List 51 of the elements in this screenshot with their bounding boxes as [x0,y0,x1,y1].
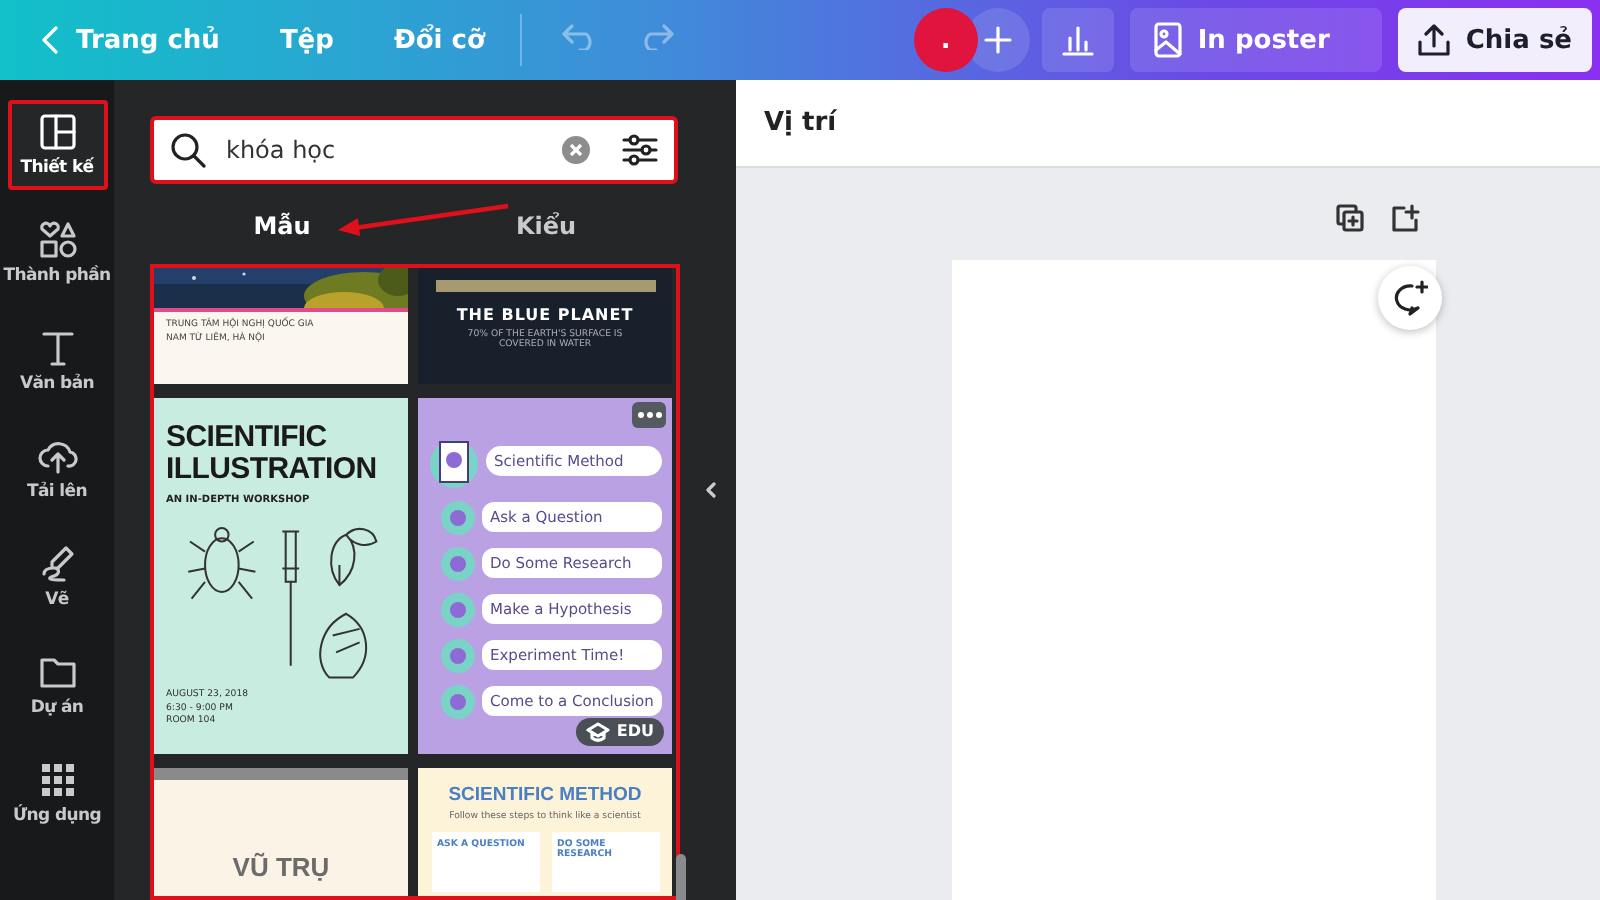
text-icon [37,328,77,368]
search-icon [170,131,206,168]
more-icon [637,411,661,418]
graduation-cap-icon [586,721,611,742]
upload-icon [1417,24,1450,56]
cloud-upload-icon [37,436,77,476]
add-page-icon [1391,204,1419,232]
template-title: THE BLUE PLANET [456,305,634,324]
edu-badge: EDU [576,717,664,746]
tab[interactable]: Mẫu [150,199,414,252]
sidebar-item[interactable]: Dự án [7,640,107,730]
layout-icon [37,112,77,152]
template-title: SCIENTIFIC METHOD [448,783,642,806]
step-icon [440,545,476,582]
step-icon [440,637,476,674]
folder-icon [37,652,77,692]
duplicate-page-icon [1335,204,1363,232]
sidebar-item[interactable]: Ứng dụng [7,748,107,838]
position-label[interactable]: Vị trí [760,108,837,138]
insights-button[interactable] [1041,8,1114,72]
sidebar-item[interactable]: Văn bản [7,316,107,406]
step-icon [440,683,476,720]
more-button[interactable] [632,401,666,428]
shapes-icon [37,220,77,260]
plus-icon [983,26,1012,54]
scrollbar[interactable] [676,854,686,900]
bar-chart-icon [1061,24,1094,56]
template-title: SCIENTIFIC ILLUSTRATION [166,421,379,485]
filter-icon [622,131,658,168]
template-title: VŨ TRỤ [232,851,330,882]
image-icon [1153,22,1182,58]
tab[interactable]: Kiểu [414,199,678,252]
sidebar-item[interactable]: Thành phần [7,208,107,298]
chevron-left-icon [705,482,715,498]
sidebar-item[interactable]: Vẽ [7,532,107,622]
chevron-left-icon [40,26,60,54]
user-avatar[interactable]: . [913,8,978,72]
grid-icon [37,760,77,800]
redo-icon [638,22,675,50]
search-field[interactable]: khóa học [222,127,546,172]
step-icon [440,499,476,536]
step-icon [440,591,476,628]
search-bar[interactable]: khóa học [150,116,678,184]
share-button[interactable]: Chia sẻ [1397,8,1592,72]
comment-add-icon [1392,280,1428,316]
clear-icon[interactable] [562,135,590,164]
sidebar-item[interactable]: Thiết kế [7,100,107,190]
sidebar-item[interactable]: Tải lên [7,424,107,514]
pen-icon [37,544,77,584]
template-thumbnail[interactable]: VŨ TRỤ [154,767,408,896]
print-button[interactable]: In poster [1129,8,1382,72]
